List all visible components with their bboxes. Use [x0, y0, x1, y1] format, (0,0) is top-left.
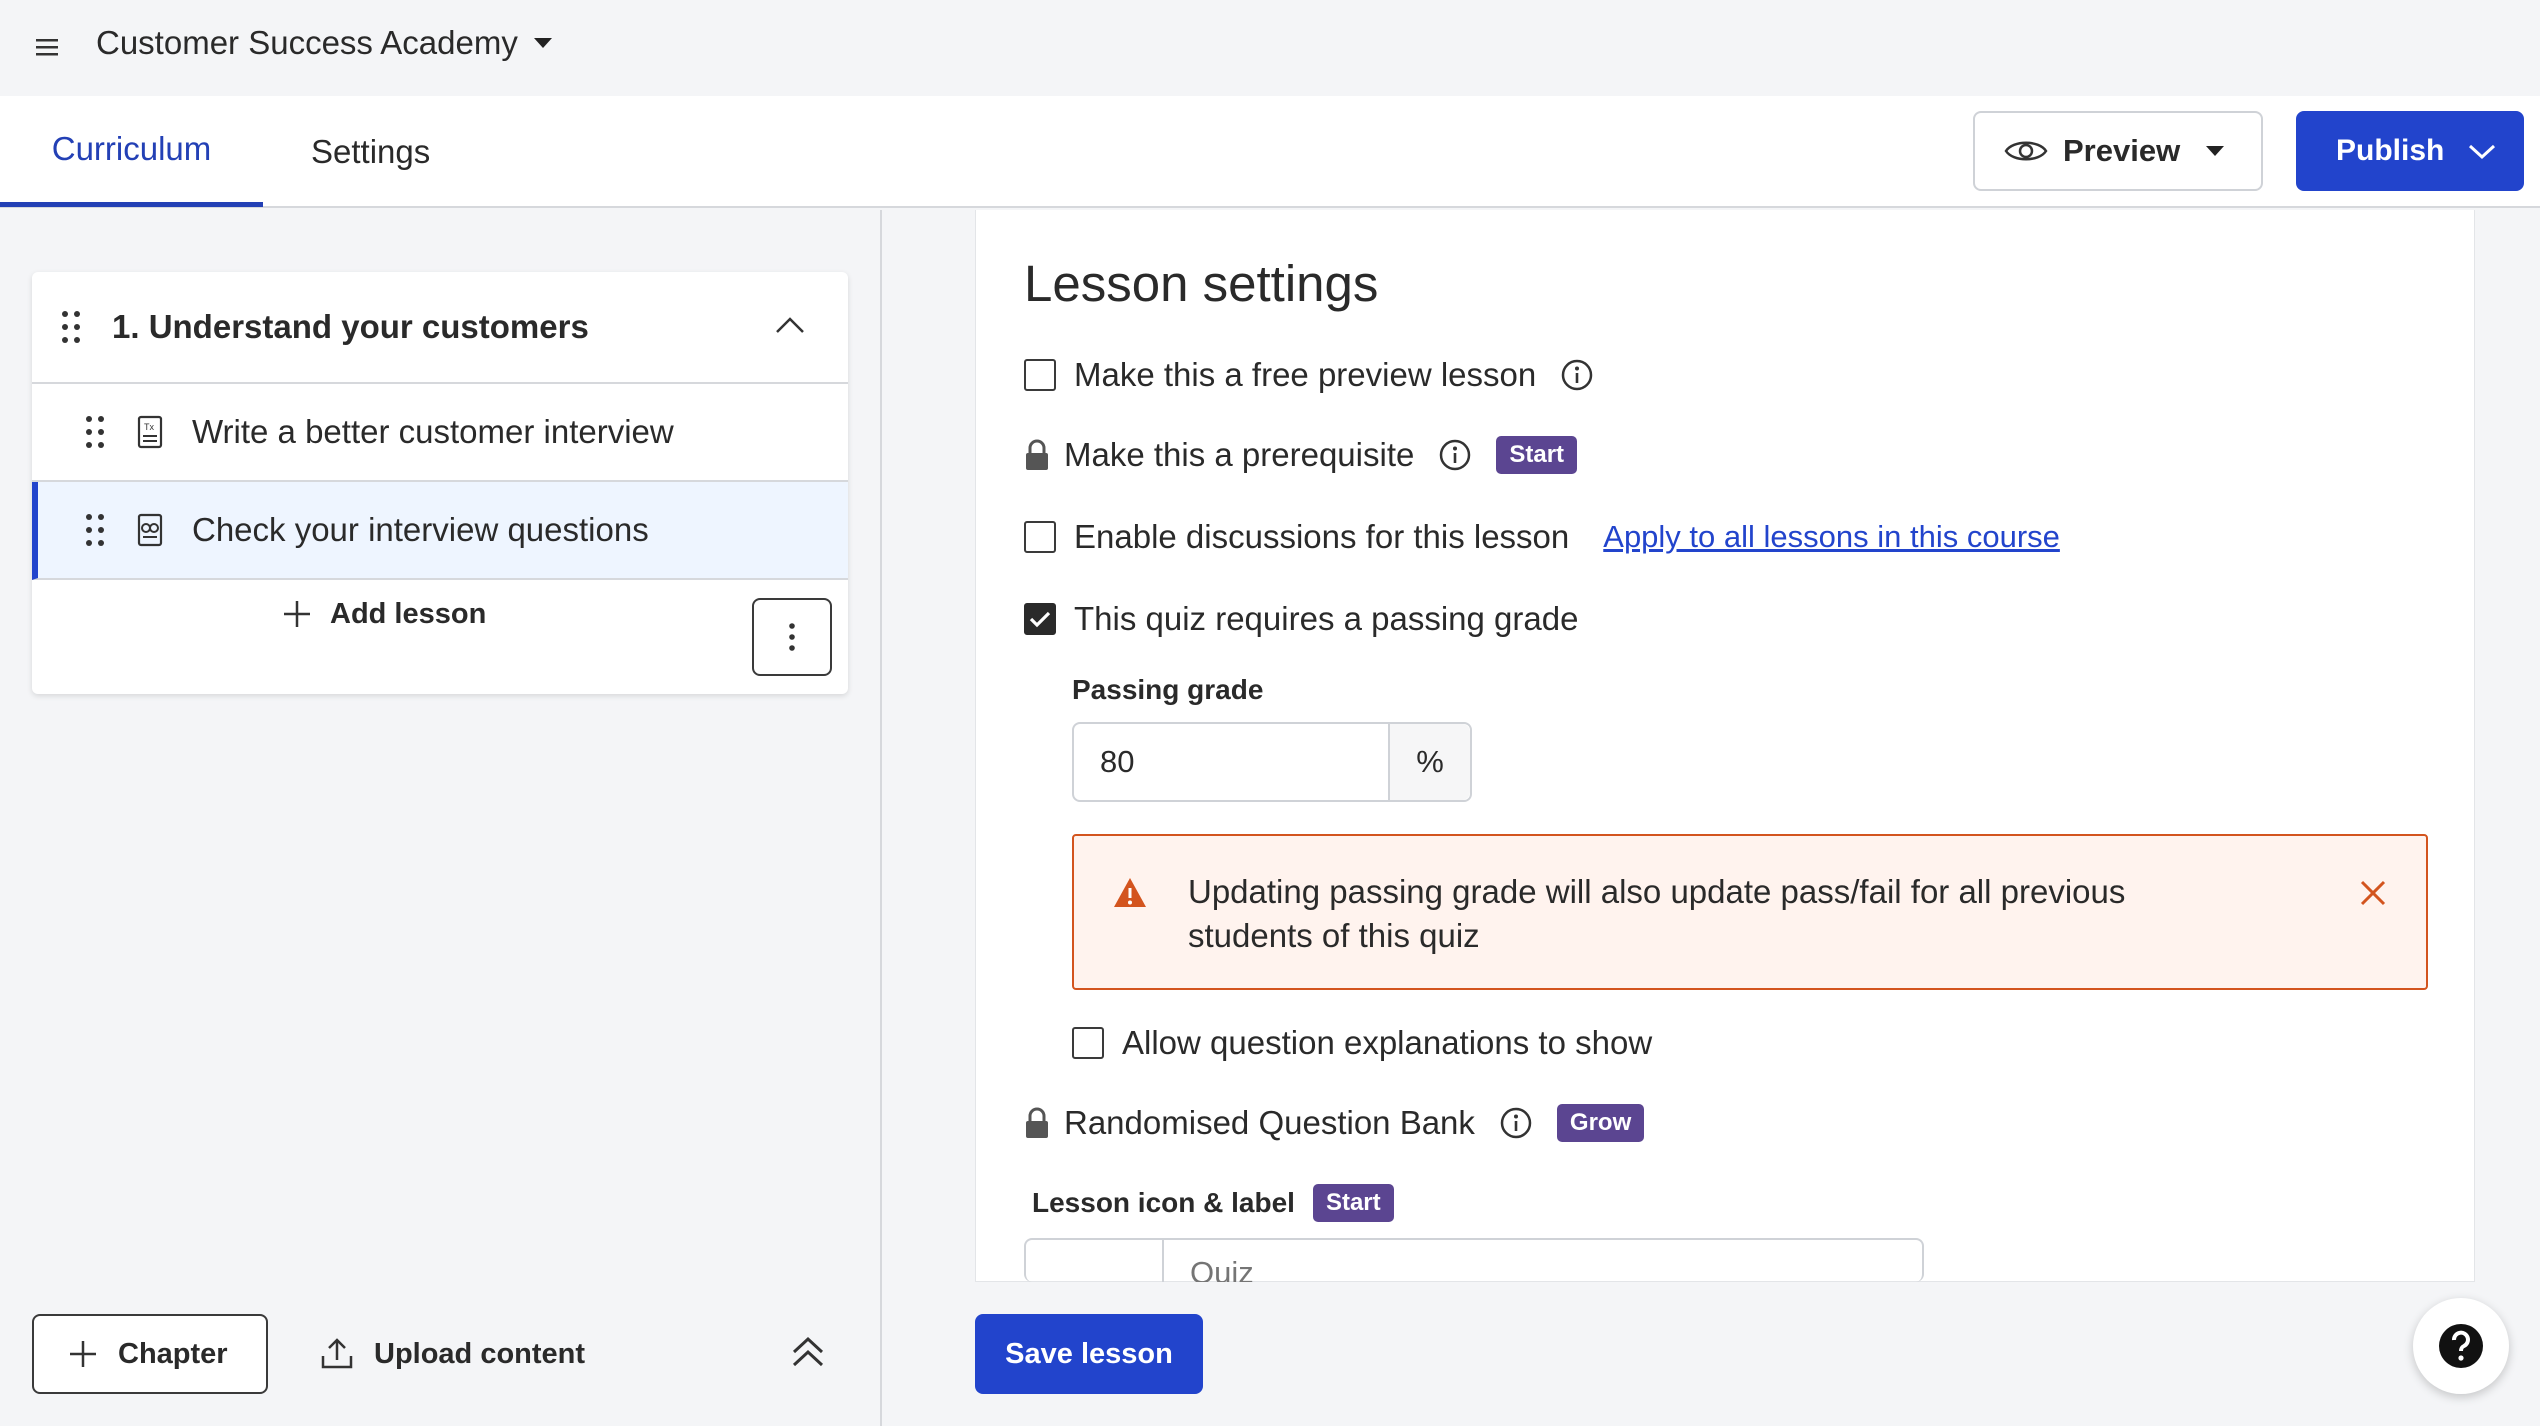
collapse-all-icon[interactable] — [788, 1332, 828, 1372]
explanations-checkbox[interactable] — [1072, 1027, 1104, 1059]
upload-icon — [321, 1338, 353, 1369]
section-title: Lesson settings — [1024, 255, 1379, 312]
add-lesson-label: Add lesson — [330, 597, 487, 630]
lesson-item-active[interactable]: Check your interview questions — [32, 482, 848, 580]
passing-grade-toggle-label: This quiz requires a passing grade — [1074, 600, 1579, 637]
chevron-up-icon[interactable] — [774, 314, 806, 336]
prerequisite-label: Make this a prerequisite — [1064, 436, 1415, 473]
warning-text: Updating passing grade will also update … — [1188, 873, 2126, 954]
free-preview-row: Make this a free preview lesson — [1024, 356, 1594, 394]
course-selector[interactable]: Customer Success Academy — [96, 24, 552, 62]
plan-badge: Start — [1312, 1184, 1394, 1222]
drag-handle-icon[interactable] — [60, 309, 82, 345]
warning-icon — [1114, 878, 1146, 907]
discussions-checkbox[interactable] — [1024, 521, 1056, 553]
drag-handle-icon[interactable] — [84, 414, 106, 450]
course-title: Customer Success Academy — [96, 24, 518, 61]
chevron-down-icon — [533, 38, 552, 48]
lock-icon — [1026, 439, 1048, 470]
chapter-header[interactable]: 1. Understand your customers — [32, 272, 848, 384]
more-options-button[interactable] — [752, 598, 832, 676]
chevron-down-icon — [2206, 146, 2225, 156]
passing-grade-checkbox[interactable] — [1024, 603, 1056, 635]
tab-curriculum[interactable]: Curriculum — [0, 96, 263, 207]
drag-handle-icon[interactable] — [84, 512, 106, 548]
icon-label-row: Lesson icon & label Start — [1032, 1184, 1394, 1222]
lesson-settings-panel: Lesson settings Make this a free preview… — [975, 210, 2475, 1282]
help-icon — [2439, 1324, 2483, 1368]
curriculum-sidebar: 1. Understand your customers Tx Write a … — [0, 210, 882, 1426]
info-icon[interactable] — [1560, 358, 1594, 392]
tab-settings[interactable]: Settings — [311, 96, 430, 208]
lesson-label: Check your interview questions — [192, 511, 649, 548]
question-bank-label: Randomised Question Bank — [1064, 1104, 1475, 1141]
chapter-card: 1. Understand your customers Tx Write a … — [32, 272, 848, 694]
publish-label: Publish — [2336, 134, 2445, 167]
prerequisite-row: Make this a prerequisite Start — [1024, 436, 1578, 474]
passing-grade-field: % — [1072, 722, 1472, 802]
plan-badge: Grow — [1556, 1104, 1645, 1142]
warning-banner: Updating passing grade will also update … — [1072, 834, 2428, 990]
question-bank-row: Randomised Question Bank Grow — [1024, 1104, 1645, 1142]
eye-icon — [2004, 141, 2048, 161]
quiz-lesson-icon — [137, 513, 163, 547]
plus-icon — [70, 1341, 96, 1367]
menu-icon[interactable] — [34, 34, 62, 62]
add-lesson-button[interactable]: Add lesson — [282, 572, 486, 656]
top-bar: Customer Success Academy — [0, 0, 2540, 96]
lesson-label: Write a better customer interview — [192, 413, 674, 450]
passing-grade-input[interactable] — [1074, 724, 1390, 800]
passing-grade-row: This quiz requires a passing grade — [1024, 600, 1578, 638]
checkmark-icon — [1029, 611, 1051, 628]
explanations-label: Allow question explanations to show — [1122, 1024, 1653, 1061]
text-lesson-icon: Tx — [137, 415, 163, 449]
upload-content-button[interactable]: Upload content — [320, 1314, 585, 1394]
plan-badge: Start — [1496, 436, 1578, 474]
info-icon[interactable] — [1438, 438, 1472, 472]
apply-all-lessons-link[interactable]: Apply to all lessons in this course — [1603, 519, 2060, 555]
chapter-title: 1. Understand your customers — [112, 308, 589, 345]
chapter-button-label: Chapter — [118, 1337, 228, 1370]
lock-icon — [1026, 1107, 1048, 1138]
publish-button[interactable]: Publish — [2296, 111, 2524, 191]
upload-content-label: Upload content — [374, 1337, 586, 1370]
label-input[interactable] — [1166, 1240, 1922, 1282]
plus-icon — [284, 601, 310, 627]
preview-button[interactable]: Preview — [1973, 111, 2263, 191]
chevron-down-icon — [2469, 144, 2496, 160]
explanations-row: Allow question explanations to show — [1072, 1024, 1652, 1062]
svg-text:Tx: Tx — [144, 422, 154, 432]
discussions-row: Enable discussions for this lesson Apply… — [1024, 518, 2060, 556]
preview-label: Preview — [2063, 133, 2181, 168]
percent-unit: % — [1390, 724, 1470, 800]
icon-label-field — [1024, 1238, 1924, 1282]
add-chapter-button[interactable]: Chapter — [32, 1314, 268, 1394]
lesson-item[interactable]: Tx Write a better customer interview — [32, 384, 848, 482]
icon-label-title: Lesson icon & label — [1032, 1187, 1295, 1218]
tab-bar: Curriculum Settings Preview Publish — [0, 96, 2540, 208]
close-icon[interactable] — [2356, 876, 2390, 910]
kebab-menu-icon — [789, 623, 795, 651]
discussions-label: Enable discussions for this lesson — [1074, 518, 1570, 555]
icon-selector[interactable] — [1026, 1240, 1164, 1282]
save-lesson-button[interactable]: Save lesson — [975, 1314, 1203, 1394]
free-preview-checkbox[interactable] — [1024, 359, 1056, 391]
free-preview-label: Make this a free preview lesson — [1074, 356, 1537, 393]
info-icon[interactable] — [1499, 1106, 1533, 1140]
help-button[interactable] — [2413, 1298, 2509, 1394]
passing-grade-label: Passing grade — [1072, 674, 1264, 705]
